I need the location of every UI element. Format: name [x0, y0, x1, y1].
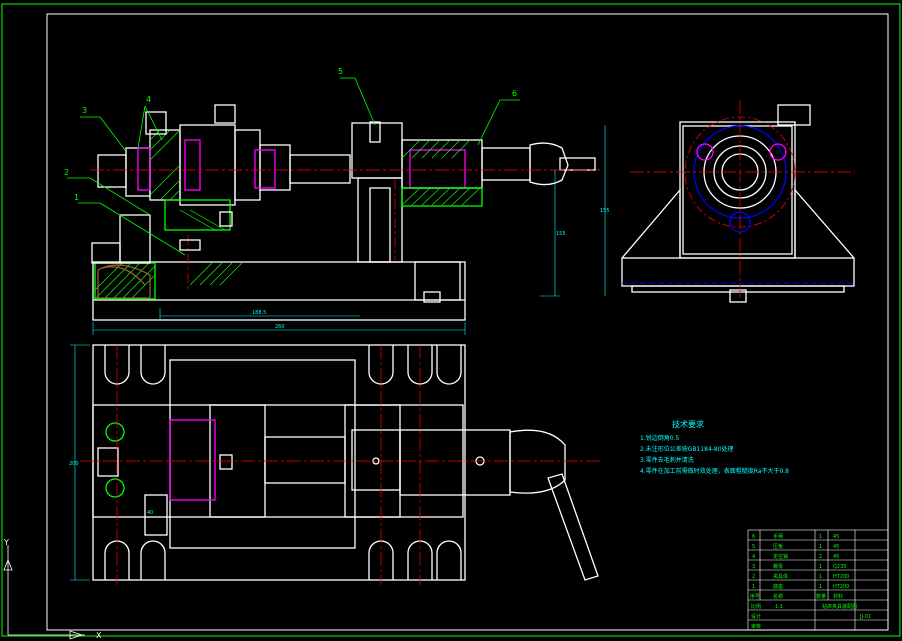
balloon-4: 4: [146, 95, 151, 104]
balloon-1: 1: [74, 193, 79, 202]
parts-header-material: 材料: [833, 593, 843, 600]
scale-label: 比例: [751, 603, 761, 610]
ucs-icon: [3, 545, 85, 640]
part-row-name: 定位销: [773, 553, 788, 560]
part-row-qty: 1: [819, 564, 822, 570]
part-row-material: HT200: [833, 584, 849, 590]
part-row-name: 夹具体: [773, 573, 788, 580]
cad-drawing-canvas: 1 2 3 4 5 6 260 188.5 155 155 200 40 技术要…: [1, 3, 901, 640]
part-row-qty: 1: [819, 544, 822, 550]
inner-frame: [46, 13, 889, 631]
balloon-5: 5: [338, 67, 343, 76]
base-plate: [92, 261, 466, 321]
dim-overall-length: 260: [275, 324, 285, 330]
dim-height-side: 155: [600, 208, 610, 214]
plan-view: [80, 344, 600, 585]
part-row-no: 3: [752, 564, 755, 570]
balloon-3: 3: [82, 106, 87, 115]
part-row-name: 螺母: [773, 563, 783, 570]
part-row-name: 压板: [773, 543, 783, 550]
dim-sub-length: 188.5: [252, 310, 266, 316]
drawing-number: JJ-01: [859, 614, 871, 620]
designer-label: 设计: [751, 613, 761, 620]
parts-header-no: 序号: [750, 593, 760, 600]
parts-header-name: 名称: [773, 593, 783, 600]
part-row-material: 45: [833, 554, 839, 560]
tech-req-line-2: 2.未注形位公差按GB1184-80处理: [640, 445, 734, 453]
balloon-2: 2: [64, 168, 69, 177]
ucs-x-label: X: [96, 631, 102, 640]
front-view: [90, 104, 600, 321]
part-row-no: 1: [752, 584, 755, 590]
part-row-qty: 1: [819, 534, 822, 540]
checker-label: 审核: [751, 623, 761, 630]
dim-plan-width: 200: [69, 461, 79, 467]
part-row-qty: 1: [819, 574, 822, 580]
part-row-material: Q235: [833, 564, 846, 570]
technical-requirements: 技术要求 1.锐边倒角0.5 2.未注形位公差按GB1184-80处理 3.零件…: [640, 419, 789, 475]
dim-height-front: 155: [556, 231, 566, 237]
tech-req-line-1: 1.锐边倒角0.5: [640, 434, 679, 442]
side-view: [621, 100, 856, 303]
tech-req-title: 技术要求: [672, 419, 704, 429]
part-row-no: 4: [752, 554, 755, 560]
parts-header-qty: 数量: [816, 593, 826, 600]
part-row-name: 手柄: [773, 533, 783, 540]
balloon-6: 6: [512, 89, 517, 98]
ucs-y-label: Y: [3, 538, 9, 547]
part-row-no: 5: [752, 544, 755, 550]
part-row-name: 底座: [773, 583, 783, 590]
part-row-material: HT200: [833, 574, 849, 580]
dim-plan-small: 40: [147, 510, 153, 516]
part-row-material: 45: [833, 544, 839, 550]
tech-req-line-3: 3.零件去毛刺并清洗: [640, 456, 694, 464]
part-row-no: 6: [752, 534, 755, 540]
drawing-name: 钻床夹具装配图: [822, 603, 857, 610]
leader-lines: [67, 77, 520, 256]
part-row-qty: 1: [819, 584, 822, 590]
part-row-material: 45: [833, 534, 839, 540]
part-row-no: 2: [752, 574, 755, 580]
fixture-body: [119, 214, 151, 264]
part-row-qty: 2: [819, 554, 822, 560]
scale-value: 1:1: [775, 604, 783, 610]
parts-list: 6 手柄 1 45 5 压板 1 45 4 定位销 2 45 3 螺母 1 Q2…: [750, 533, 871, 630]
tech-req-line-4: 4.零件在加工前需做时效处理，表面粗糙度Ra不大于0.8: [640, 467, 789, 475]
